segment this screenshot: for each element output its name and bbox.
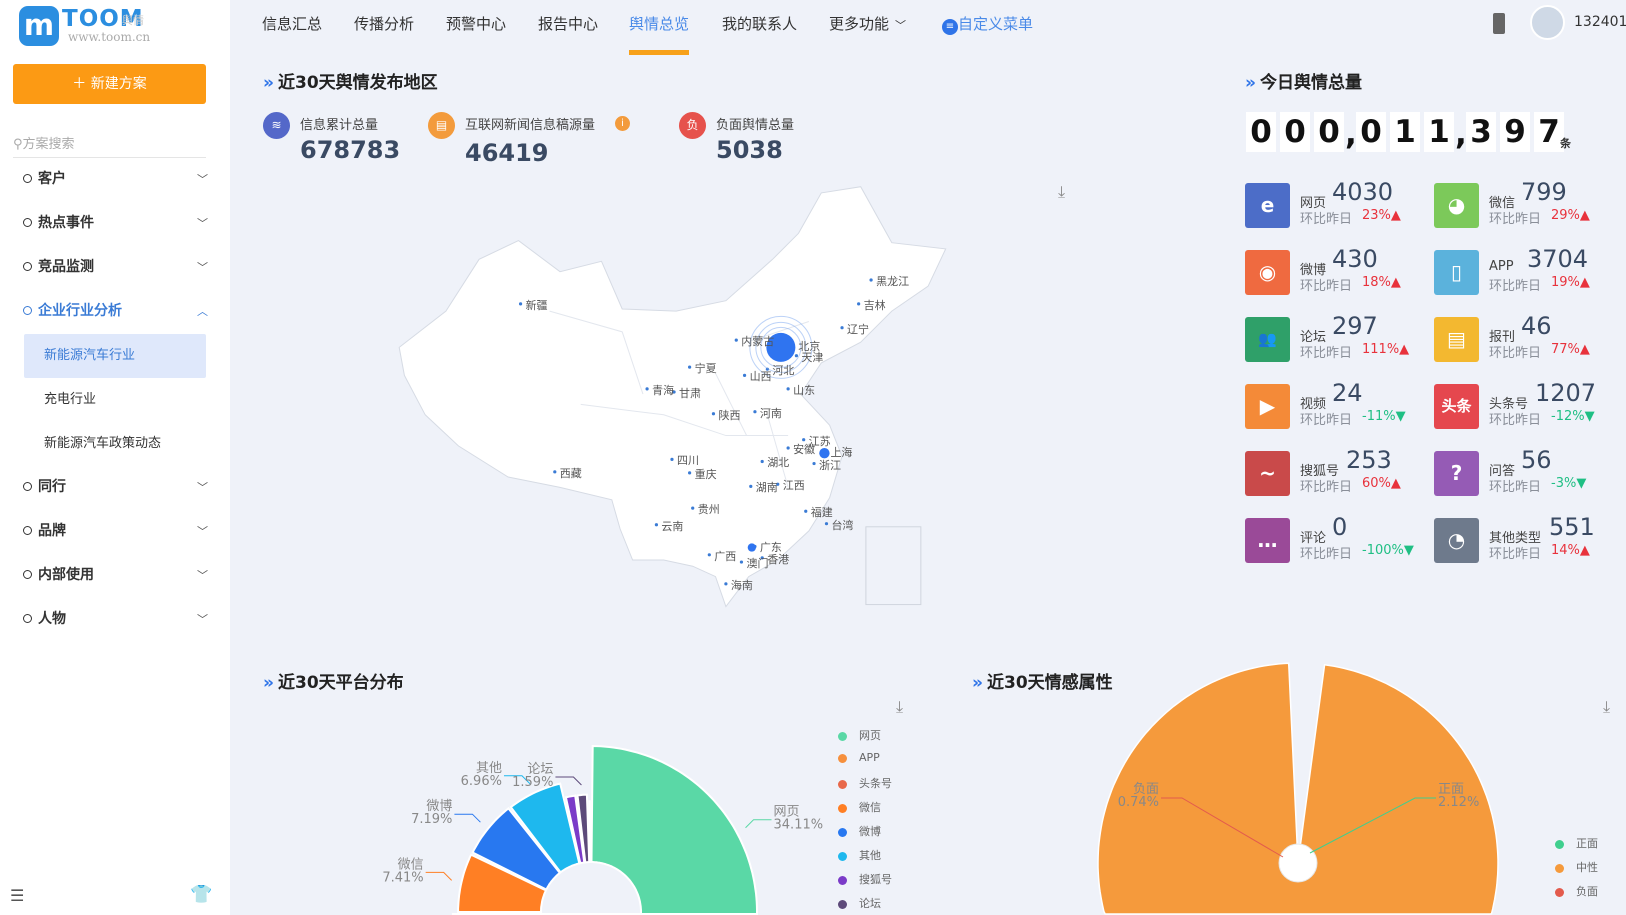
legend-dot bbox=[1555, 840, 1564, 849]
legend-label: 中性 bbox=[1576, 861, 1598, 874]
slice-percent: 0.74% bbox=[1118, 795, 1159, 810]
slice-percent: 2.12% bbox=[1438, 795, 1479, 810]
legend-label: 正面 bbox=[1576, 837, 1598, 850]
legend-dot bbox=[1555, 888, 1564, 897]
app-page: m TOOM 舆情 www.toom.cn ＋ 新建方案 ⚲方案搜索 客户﹀热点… bbox=[0, 0, 1626, 915]
legend-item[interactable]: 中性 bbox=[1555, 859, 1598, 875]
legend-label: 负面 bbox=[1576, 885, 1598, 898]
sentiment-pie-chart: 正面 2.12% 负面 0.74% bbox=[0, 0, 1626, 915]
legend-item[interactable]: 负面 bbox=[1555, 883, 1598, 899]
legend-dot bbox=[1555, 864, 1564, 873]
pie-center bbox=[1279, 844, 1317, 882]
legend-item[interactable]: 正面 bbox=[1555, 835, 1598, 851]
